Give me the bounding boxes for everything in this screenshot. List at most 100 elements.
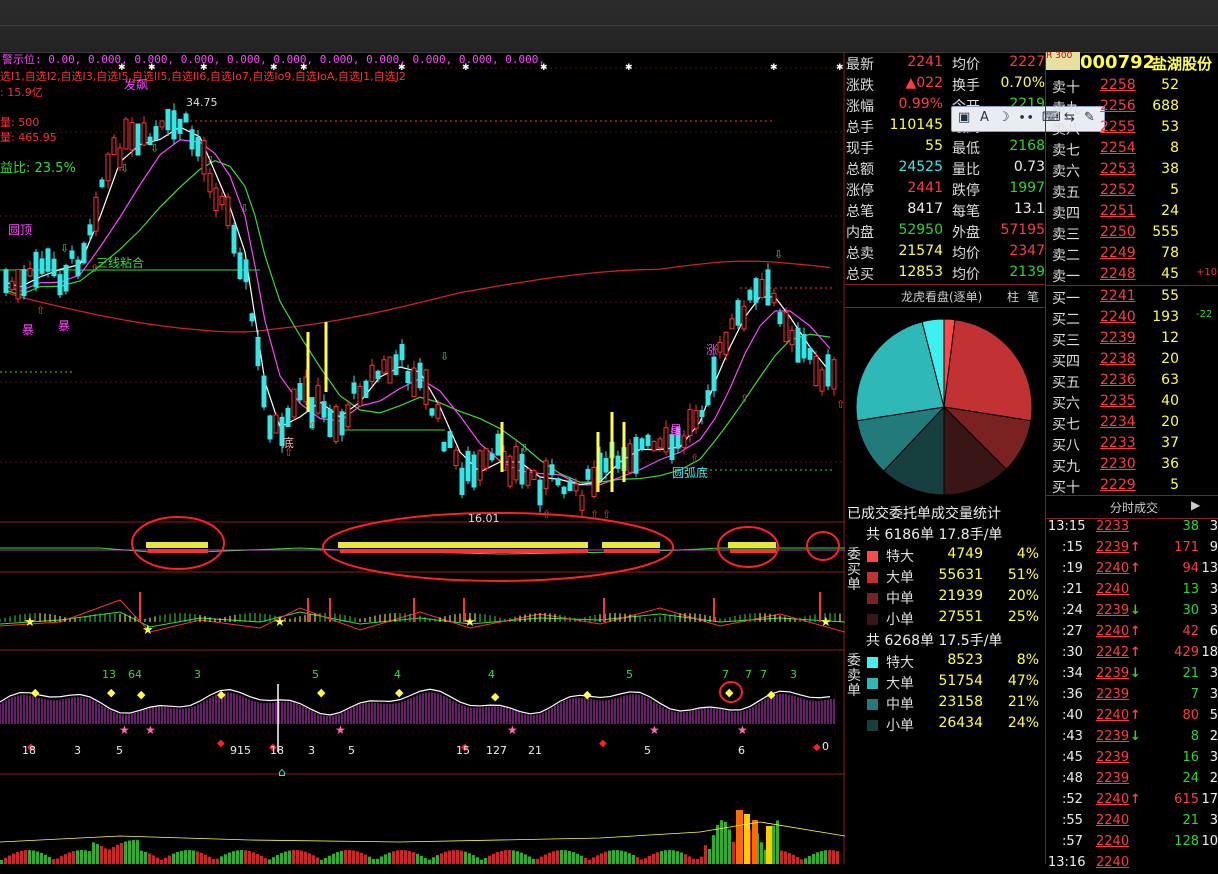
- quote-value: 2241: [907, 54, 943, 70]
- bid-price: 2238: [1100, 351, 1136, 367]
- sell-arrow-icon: ⇩: [774, 248, 783, 261]
- ask-row[interactable]: 卖六 2253 38: [1046, 159, 1218, 180]
- volume-bar: [720, 820, 723, 864]
- ask-level: 卖八: [1052, 122, 1080, 138]
- bid-row[interactable]: 买六 2235 40: [1046, 391, 1218, 412]
- bid-level: 买九: [1052, 459, 1080, 475]
- ask-volume: 45: [1161, 266, 1179, 282]
- candle-body: [813, 355, 819, 387]
- ask-row[interactable]: 卖十 2258 52: [1046, 75, 1218, 96]
- bid-price: 2229: [1100, 477, 1136, 493]
- volume-bar: [484, 858, 487, 864]
- cycle-num: 21: [528, 744, 542, 757]
- quote-value: 2168: [1009, 138, 1045, 154]
- volume-bar: [456, 850, 459, 864]
- label-di: 底: [282, 436, 295, 450]
- volume-bar: [424, 858, 427, 864]
- candle-body: [591, 466, 597, 498]
- tick-price: 2239: [1096, 603, 1130, 618]
- candle-body: [771, 292, 777, 304]
- volume-bar: [228, 852, 231, 864]
- volume-bar: [364, 854, 367, 864]
- volume-bar: [580, 855, 583, 864]
- stat-title: 已成交委托单成交量统计: [847, 506, 1001, 522]
- kline-chart-svg[interactable]: ⇧⇧⇧⇧⇧ ⇧ ⇧⇧⇧ ⇧⇩⇩⇩⇩⇩⇩⇩⇩✱ ✱ ✱ ✱ ✱ ✱ ✱ ✱✱ ✱ ✱★★★ ★ ★◆ ◆ ◆ ◆ ◆ ◆…: [0, 52, 845, 864]
- kline-chart-area[interactable]: ⇧ ⇧ ⇧ ⇧ ⇧ ⇧ ⇧ ⇧ ⇧ ⇧ ⇩ ⇩ ⇩ ⇩ ⇩ ⇩ ⇩ ⇩ ✱ ✱ ✱ ✱ ✱ ✱ ✱ ✱ ✱ ✱ ✱ ★ ★ ★ ★ ★ ◆ ◆ ◆ ◆ ◆ ◆…: [0, 52, 845, 864]
- volume-bar-highlight: [766, 826, 772, 864]
- quote-label: 总买: [846, 267, 874, 283]
- bid-row[interactable]: 买一 2241 55: [1046, 286, 1218, 307]
- play-icon[interactable]: ▶: [1191, 498, 1200, 512]
- quote-label: 均价: [952, 246, 980, 262]
- volume-bar: [148, 853, 151, 864]
- volume-bar: [232, 851, 235, 864]
- tick-price: 2239: [1096, 687, 1130, 702]
- red-diamond-icon: ◆: [217, 738, 225, 749]
- tick-price: 2240: [1096, 561, 1130, 576]
- tab-column[interactable]: 柱: [1007, 288, 1019, 305]
- volume-bar: [660, 850, 663, 864]
- volume-bar: [4, 857, 7, 864]
- bid-row[interactable]: 买四 2238 20: [1046, 349, 1218, 370]
- sell-side-label: 委卖单: [847, 653, 861, 699]
- moon-icon[interactable]: ☽: [998, 110, 1010, 125]
- text-icon[interactable]: A: [980, 110, 989, 125]
- volume-bar: [828, 850, 831, 864]
- quote-row: 总买 12853 均价 2139: [845, 262, 1045, 283]
- candle-body: [699, 409, 705, 418]
- volume-bar: [180, 850, 183, 864]
- ask-row[interactable]: 卖一 2248 45: [1046, 264, 1218, 285]
- bid-row[interactable]: 买五 2236 63: [1046, 370, 1218, 391]
- tick-arrow: ↑: [1130, 792, 1141, 807]
- candle-body: [363, 380, 369, 398]
- bid-row[interactable]: 买八 2233 37: [1046, 433, 1218, 454]
- ask-row[interactable]: 卖九 2256 688: [1046, 96, 1218, 117]
- candle-body: [429, 408, 435, 416]
- bid-row[interactable]: 买七 2234 20: [1046, 412, 1218, 433]
- volume-bar: [572, 852, 575, 864]
- ask-row[interactable]: 卖五 2252 5: [1046, 180, 1218, 201]
- quote-label: 量比: [952, 162, 980, 178]
- volume-bar: [84, 850, 87, 864]
- ask-row[interactable]: 卖七 2254 8: [1046, 138, 1218, 159]
- candle-body: [315, 384, 321, 414]
- candle-body: [135, 123, 141, 156]
- candle-body: [165, 108, 171, 131]
- tab-tick[interactable]: 笔: [1027, 288, 1039, 305]
- bid-row[interactable]: 买三 2239 12: [1046, 328, 1218, 349]
- signal-block: [728, 542, 776, 548]
- bid-row[interactable]: 买二 2240 193: [1046, 307, 1218, 328]
- volume-bar: [816, 852, 819, 864]
- bid-volume: 36: [1161, 456, 1179, 472]
- color-swatch: [867, 678, 878, 689]
- ask-row[interactable]: 卖三 2250 555: [1046, 222, 1218, 243]
- quote-value: 2347: [1009, 243, 1045, 259]
- volume-bar: [100, 846, 103, 864]
- color-swatch: [867, 551, 878, 562]
- ask-row[interactable]: 卖八 2255 53: [1046, 117, 1218, 138]
- square-icon[interactable]: ▣: [958, 110, 970, 125]
- tick-time: :43: [1062, 729, 1083, 744]
- dots-icon[interactable]: ∙∙: [1018, 110, 1034, 125]
- macd-num: 7: [745, 668, 752, 681]
- ask-row[interactable]: 卖二 2249 78: [1046, 243, 1218, 264]
- volume-bar: [636, 857, 639, 864]
- bid-row[interactable]: 买九 2230 36: [1046, 454, 1218, 475]
- stock-code[interactable]: 000792: [1080, 52, 1155, 73]
- ask-row[interactable]: 卖四 2251 24: [1046, 201, 1218, 222]
- volume-bar-highlight: [736, 810, 743, 864]
- bid-row[interactable]: 买十 2229 5: [1046, 475, 1218, 496]
- candle-body: [87, 224, 93, 236]
- tick-arrow: ↓: [1130, 729, 1141, 744]
- candle-body: [9, 280, 15, 291]
- volume-bar: [588, 859, 591, 864]
- tick-price: 2240: [1096, 582, 1130, 597]
- volume-bar: [420, 855, 423, 864]
- volume-bar: [592, 857, 595, 864]
- volume-bar: [216, 858, 219, 864]
- volume-bar: [488, 855, 491, 864]
- candle-body: [435, 404, 441, 419]
- stock-name[interactable]: 盐湖股份: [1152, 53, 1212, 74]
- stat-volume: 55631: [938, 567, 983, 583]
- buy-arrow-icon: ⇧: [308, 420, 317, 433]
